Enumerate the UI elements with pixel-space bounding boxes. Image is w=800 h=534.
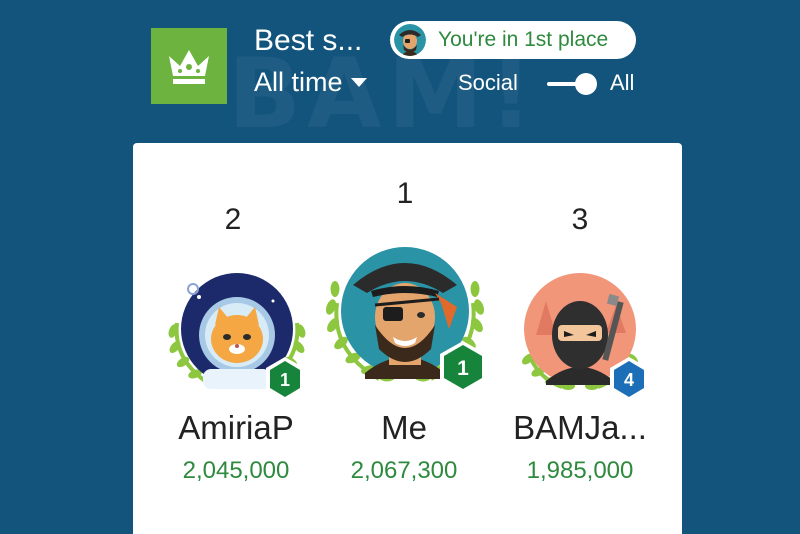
player-name: BAMJa... <box>513 409 647 446</box>
crown-icon <box>169 50 209 84</box>
player-score: 2,045,000 <box>182 457 290 484</box>
scope-toggle[interactable] <box>545 70 601 98</box>
time-filter-dropdown[interactable]: All time <box>254 66 367 98</box>
level-badge: 4 <box>607 355 651 408</box>
player-name: AmiriaP <box>178 409 294 446</box>
dropdown-caret-icon <box>350 77 367 87</box>
time-filter-value: All time <box>254 67 343 97</box>
player-score: 2,067,300 <box>350 457 458 484</box>
svg-text:1: 1 <box>280 370 290 390</box>
svg-text:1: 1 <box>457 357 469 380</box>
toggle-knob[interactable] <box>575 73 597 95</box>
level-badge: 1 <box>437 339 489 400</box>
svg-text:4: 4 <box>624 370 634 390</box>
leaderboard-title: Best s... <box>254 24 363 57</box>
player-name: Me <box>381 409 427 446</box>
leaderboard-crown-tile <box>151 28 227 104</box>
scope-all-label[interactable]: All <box>610 70 634 96</box>
current-place-pill: You're in 1st place <box>390 21 636 59</box>
rank-number: 1 <box>396 177 414 210</box>
player-score: 1,985,000 <box>526 457 634 484</box>
rank-number: 2 <box>224 203 242 236</box>
level-badge: 1 <box>263 355 307 408</box>
rank-number: 3 <box>571 203 589 236</box>
scope-social-label[interactable]: Social <box>458 70 518 96</box>
my-avatar-mini <box>394 24 426 56</box>
podium-card: 2 1 AmiriaP 2,045,000 1 1 Me 2,067,300 3… <box>133 143 682 534</box>
current-place-text: You're in 1st place <box>438 28 609 51</box>
